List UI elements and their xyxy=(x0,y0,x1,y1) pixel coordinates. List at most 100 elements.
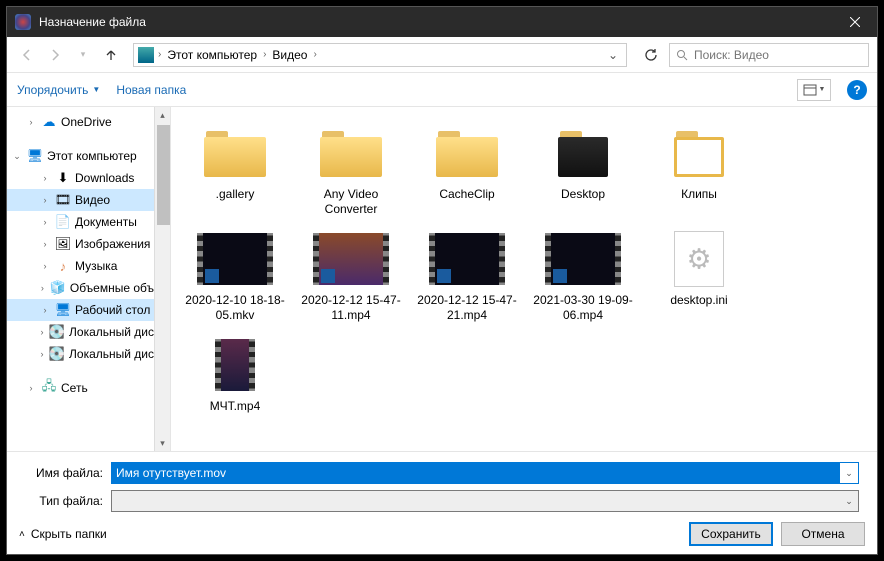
back-button[interactable] xyxy=(15,43,39,67)
sidebar-scrollbar[interactable]: ▴ ▾ xyxy=(154,107,170,451)
new-folder-button[interactable]: Новая папка xyxy=(116,83,186,97)
desktop-icon: 🖥 xyxy=(55,302,71,318)
file-video2[interactable]: 2020-12-12 15-47-11.mp4 xyxy=(293,225,409,327)
tree-onedrive[interactable]: ›☁OneDrive xyxy=(7,111,154,133)
filename-input[interactable] xyxy=(112,463,840,483)
cancel-button[interactable]: Отмена xyxy=(781,522,865,546)
help-button[interactable]: ? xyxy=(847,80,867,100)
collapse-icon: ⌄ xyxy=(11,151,23,162)
tree-3dobjects[interactable]: ›🧊Объемные объ xyxy=(7,277,154,299)
folder-icon xyxy=(674,129,724,177)
chevron-down-icon: ▼ xyxy=(819,86,826,93)
folder-gallery[interactable]: .gallery xyxy=(177,119,293,221)
folder-icon xyxy=(558,129,608,177)
chevron-right-icon: › xyxy=(263,49,266,60)
network-icon: 🖧 xyxy=(41,380,57,396)
filetype-input[interactable] xyxy=(112,491,840,511)
pc-icon: 🖥 xyxy=(27,148,43,164)
tree-video[interactable]: ›🎞Видео xyxy=(7,189,154,211)
view-options-button[interactable]: ▼ xyxy=(797,79,831,101)
organize-menu[interactable]: Упорядочить ▼ xyxy=(17,83,100,97)
file-video4[interactable]: 2021-03-30 19-09-06.mp4 xyxy=(525,225,641,327)
tree-desktop[interactable]: ›🖥Рабочий стол xyxy=(7,299,154,321)
documents-icon: 📄 xyxy=(55,214,71,230)
expand-icon: › xyxy=(39,195,51,205)
downloads-icon: ⬇ xyxy=(55,170,71,186)
file-desktop-ini[interactable]: ⚙desktop.ini xyxy=(641,225,757,327)
filename-combo[interactable]: ⌄ xyxy=(111,462,859,484)
forward-button[interactable] xyxy=(43,43,67,67)
forward-arrow-icon xyxy=(48,48,62,62)
tree-images[interactable]: ›🖼Изображения xyxy=(7,233,154,255)
help-icon: ? xyxy=(853,83,860,97)
filetype-combo[interactable]: ⌄ xyxy=(111,490,859,512)
video-thumb-icon xyxy=(197,233,273,285)
refresh-button[interactable] xyxy=(637,43,665,67)
navigation-pane: ›☁OneDrive ⌄🖥Этот компьютер ›⬇Downloads … xyxy=(7,107,171,451)
search-box[interactable] xyxy=(669,43,869,67)
save-button[interactable]: Сохранить xyxy=(689,522,773,546)
disk-icon: 💽 xyxy=(49,346,65,362)
breadcrumb-thispc[interactable]: Этот компьютер xyxy=(163,46,261,64)
recent-dropdown[interactable]: ▾ xyxy=(71,43,95,67)
address-dropdown[interactable]: ⌄ xyxy=(602,48,624,62)
tree-downloads[interactable]: ›⬇Downloads xyxy=(7,167,154,189)
video-thumb-icon xyxy=(429,233,505,285)
tree-network[interactable]: ›🖧Сеть xyxy=(7,377,154,399)
expand-icon: › xyxy=(25,383,37,393)
video-thumb-icon xyxy=(545,233,621,285)
folder-desktop[interactable]: Desktop xyxy=(525,119,641,221)
filename-label: Имя файла: xyxy=(19,466,111,480)
close-icon xyxy=(850,17,860,27)
file-mcht[interactable]: МЧТ.mp4 xyxy=(177,331,293,418)
folder-anyvideo[interactable]: Any Video Converter xyxy=(293,119,409,221)
back-arrow-icon xyxy=(20,48,34,62)
window-title: Назначение файла xyxy=(39,15,833,29)
save-dialog: Назначение файла ▾ › Этот компьютер › Ви… xyxy=(6,6,878,555)
expand-icon: › xyxy=(39,173,51,183)
disk-icon: 💽 xyxy=(49,324,65,340)
up-button[interactable] xyxy=(99,43,123,67)
expand-icon: › xyxy=(39,327,45,337)
chevron-up-icon: ˄ xyxy=(19,529,25,540)
scroll-down-icon: ▾ xyxy=(155,435,170,451)
filename-dropdown[interactable]: ⌄ xyxy=(840,468,858,479)
expand-icon: › xyxy=(39,283,46,293)
expand-icon: › xyxy=(39,261,51,271)
address-bar[interactable]: › Этот компьютер › Видео › ⌄ xyxy=(133,43,627,67)
close-button[interactable] xyxy=(833,7,877,37)
tree-music[interactable]: ›♪Музыка xyxy=(7,255,154,277)
dialog-body: ›☁OneDrive ⌄🖥Этот компьютер ›⬇Downloads … xyxy=(7,107,877,451)
folder-icon xyxy=(320,129,382,177)
hide-folders-toggle[interactable]: ˄ Скрыть папки xyxy=(19,527,107,541)
gear-icon: ⚙ xyxy=(686,243,711,276)
folder-icon xyxy=(436,129,498,177)
dialog-footer: Имя файла: ⌄ Тип файла: ⌄ ˄ Скрыть папки… xyxy=(7,451,877,554)
folder-clips[interactable]: Клипы xyxy=(641,119,757,221)
filetype-label: Тип файла: xyxy=(19,494,111,508)
titlebar: Назначение файла xyxy=(7,7,877,37)
folder-cacheclip[interactable]: CacheClip xyxy=(409,119,525,221)
filetype-dropdown[interactable]: ⌄ xyxy=(840,496,858,507)
search-input[interactable] xyxy=(694,48,862,62)
chevron-down-icon: ▼ xyxy=(92,85,100,94)
tree-localdisk1[interactable]: ›💽Локальный дис xyxy=(7,321,154,343)
tree-thispc[interactable]: ⌄🖥Этот компьютер xyxy=(7,145,154,167)
view-icon xyxy=(803,84,817,96)
file-video3[interactable]: 2020-12-12 15-47-21.mp4 xyxy=(409,225,525,327)
refresh-icon xyxy=(644,48,658,62)
tree-localdisk2[interactable]: ›💽Локальный дис xyxy=(7,343,154,365)
images-icon: 🖼 xyxy=(55,236,71,252)
tree-documents[interactable]: ›📄Документы xyxy=(7,211,154,233)
breadcrumb-video[interactable]: Видео xyxy=(268,46,311,64)
file-video1[interactable]: 2020-12-10 18-18-05.mkv xyxy=(177,225,293,327)
expand-icon: › xyxy=(39,305,51,315)
scrollbar-thumb[interactable] xyxy=(157,125,171,225)
expand-icon: › xyxy=(39,239,51,249)
video-icon: 🎞 xyxy=(55,192,71,208)
expand-icon: › xyxy=(39,349,45,359)
up-arrow-icon xyxy=(104,48,118,62)
filename-row: Имя файла: ⌄ xyxy=(19,462,865,484)
scroll-up-icon: ▴ xyxy=(155,107,170,123)
action-row: ˄ Скрыть папки Сохранить Отмена xyxy=(19,522,865,546)
